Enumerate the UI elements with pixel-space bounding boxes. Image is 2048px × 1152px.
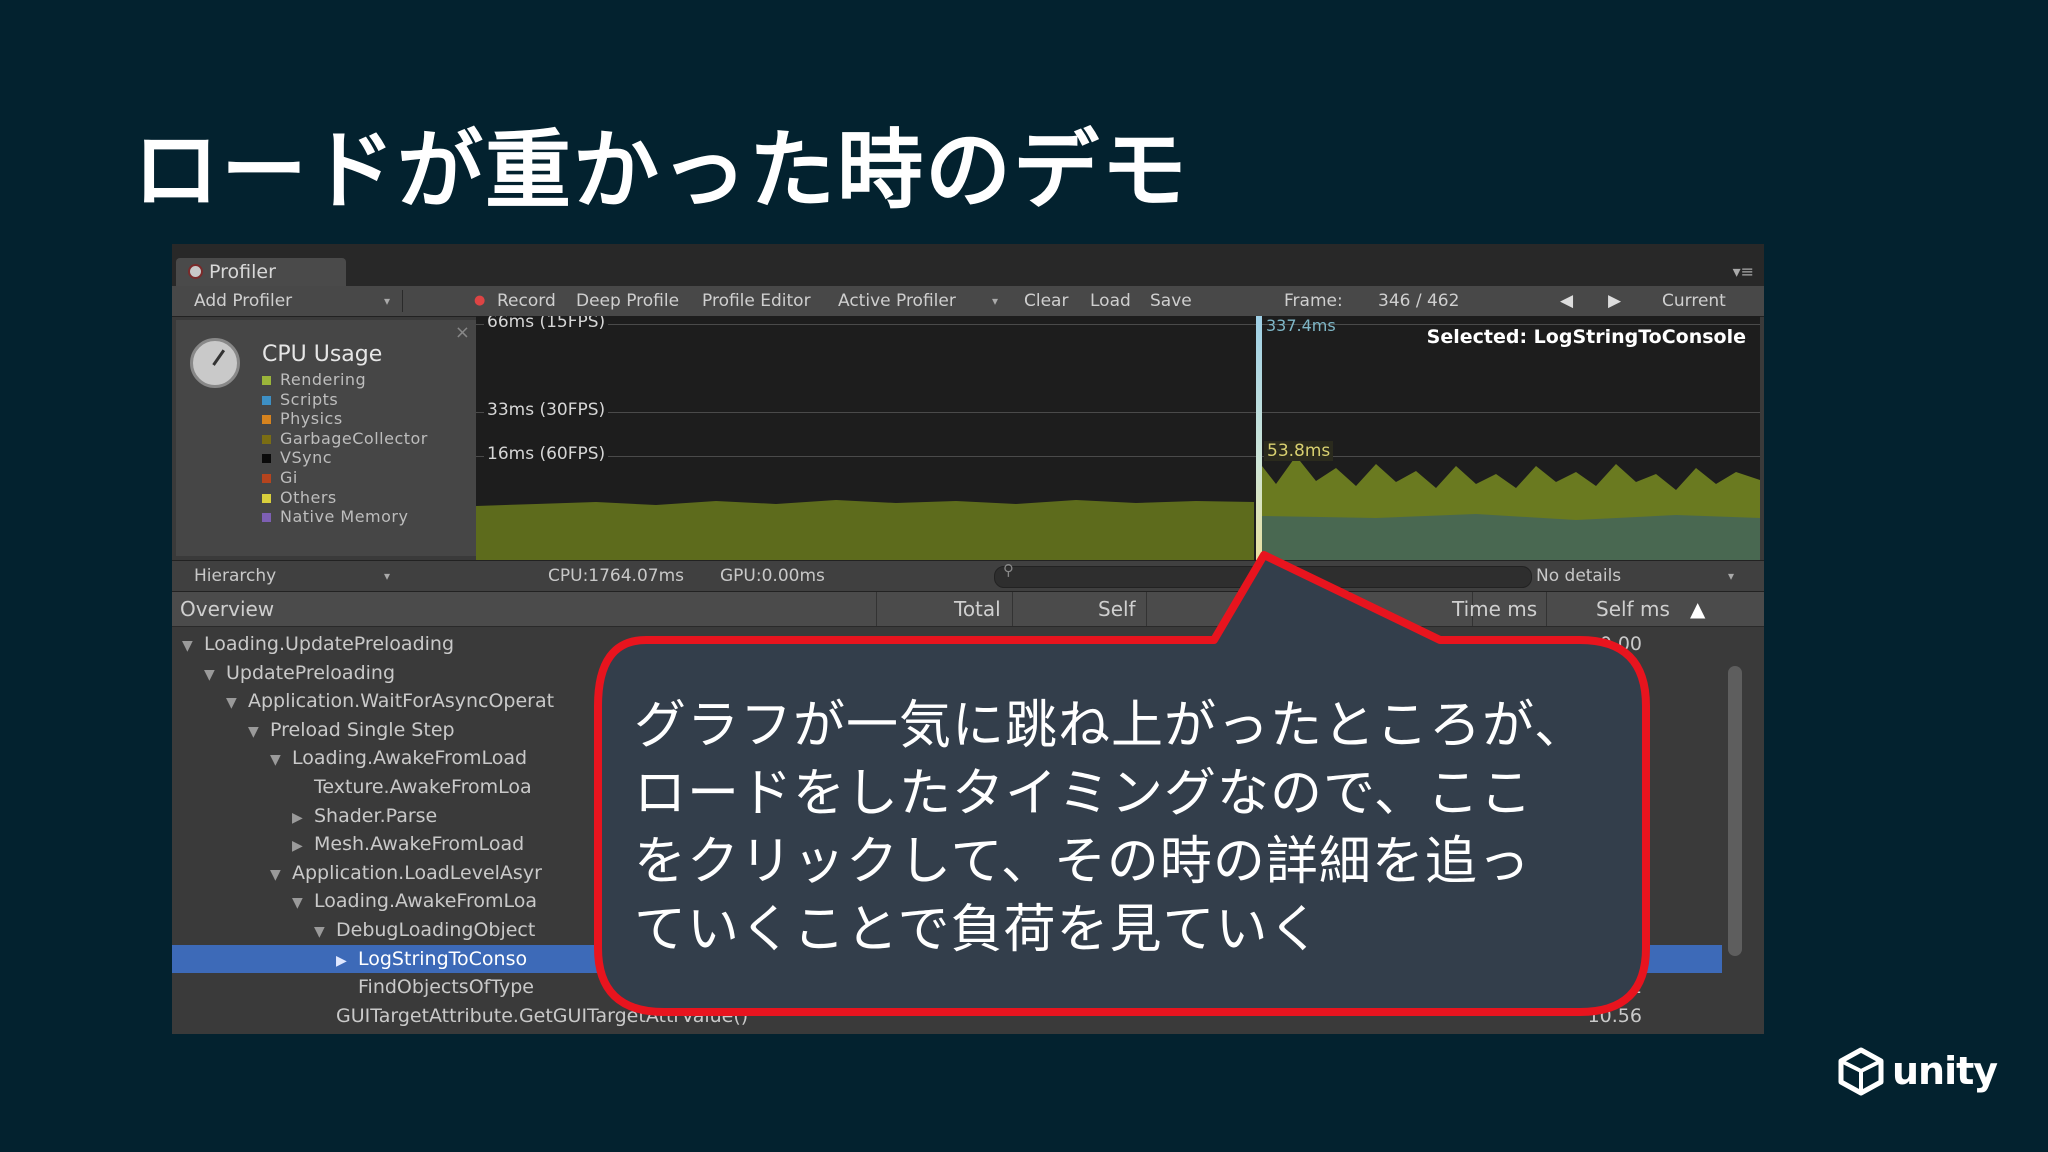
callout-line: ていくことで負荷を見ていく [634, 900, 1322, 960]
unity-cube-icon [1838, 1047, 1884, 1096]
unity-logo-text: unity [1892, 1049, 1998, 1093]
callout-bubble [594, 551, 1650, 1016]
unity-logo: unity [1836, 1046, 1998, 1096]
callout-line: をクリックして、その時の詳細を追っ [634, 832, 1531, 892]
callout-line: グラフが一気に跳ね上がったところが、 [634, 696, 1587, 756]
callout-text: グラフが一気に跳ね上がったところが、 ロードをしたタイミングなので、ここ をクリック… [634, 692, 1654, 964]
callout-line: ロードをしたタイミングなので、ここ [634, 764, 1533, 824]
